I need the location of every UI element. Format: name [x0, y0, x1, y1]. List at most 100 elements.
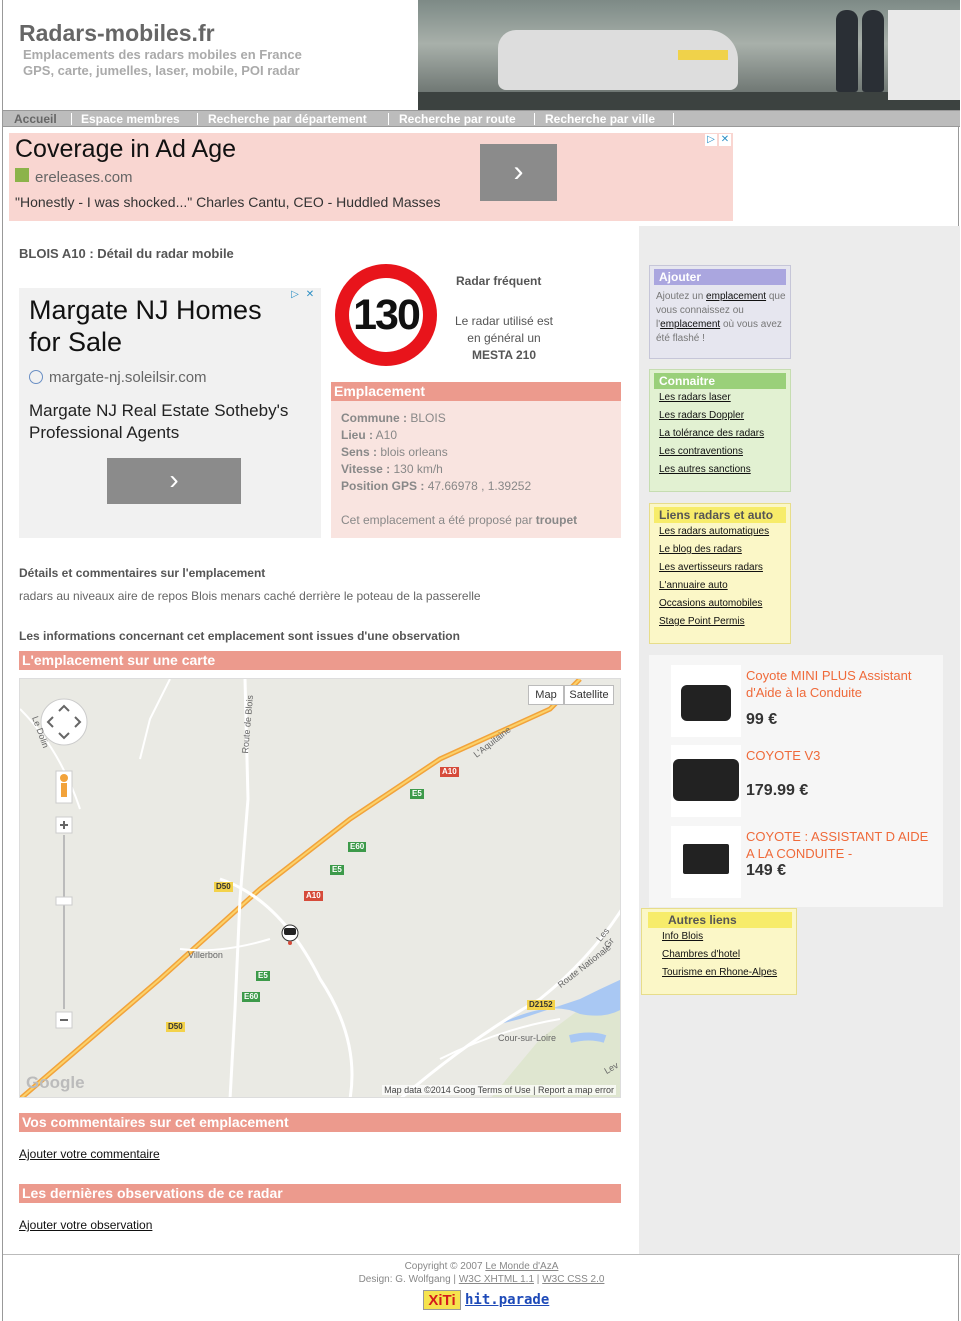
footer-css-link[interactable]: W3C CSS 2.0	[542, 1274, 604, 1285]
product-item[interactable]: COYOTE V3 179.99 €	[671, 745, 943, 817]
ajouter-emplacement-link[interactable]: emplacement	[706, 291, 766, 302]
sidebar-link-avertisseurs[interactable]: Les avertisseurs radars	[654, 559, 786, 577]
nav-accueil[interactable]: Accueil	[14, 112, 57, 126]
sidebar-link-contraventions[interactable]: Les contraventions	[654, 443, 786, 461]
sidebar-box-liens: Liens radars et auto Les radars automati…	[649, 503, 791, 644]
details-text: radars au niveaux aire de repos Blois me…	[19, 589, 481, 603]
sidebar-link-tolerance[interactable]: La tolérance des radars	[654, 425, 786, 443]
product-image[interactable]	[671, 745, 741, 817]
add-observation-link[interactable]: Ajouter votre observation	[19, 1218, 152, 1232]
sidebar-link-radars-laser[interactable]: Les radars laser	[654, 389, 786, 407]
ad-close-icon[interactable]: ✕	[719, 134, 731, 146]
ajouter-flashed-link[interactable]: emplacement	[660, 319, 720, 330]
officer-shape	[836, 10, 858, 92]
nav-separator	[673, 113, 674, 125]
map-badge-d50: D50	[214, 882, 233, 892]
nav-recherche-departement[interactable]: Recherche par département	[208, 112, 367, 126]
police-van-shape	[888, 10, 960, 100]
product-item[interactable]: COYOTE : ASSISTANT D AIDE A LA CONDUITE …	[671, 826, 943, 898]
main-nav: Accueil Espace membres Recherche par dép…	[3, 110, 960, 127]
autres-title: Autres liens	[648, 912, 792, 928]
map-footer[interactable]: Map data ©2014 Goog Terms of Use | Repor…	[382, 1085, 616, 1095]
ad-domain[interactable]: ereleases.com	[35, 169, 133, 186]
footer-divider	[3, 1254, 960, 1255]
product-price: 149 €	[746, 862, 787, 879]
map-label-villerbon: Villerbon	[188, 950, 223, 960]
hitparade-badge[interactable]: hit.parade	[465, 1290, 549, 1310]
add-comment-link[interactable]: Ajouter votre commentaire	[19, 1147, 160, 1161]
ajouter-text-1: Ajoutez un	[656, 291, 704, 302]
map[interactable]: Map Satellite Route de Blois L'Aquitaine…	[19, 678, 621, 1098]
radar-frequency-label: Radar fréquent	[456, 274, 542, 288]
ad-headline[interactable]: Coverage in Ad Age	[15, 135, 236, 164]
sidebar-link-radars-doppler[interactable]: Les radars Doppler	[654, 407, 786, 425]
nav-espace-membres[interactable]: Espace membres	[81, 112, 180, 126]
ad-go-button[interactable]: ›	[107, 458, 241, 504]
proposed-by: troupet	[535, 513, 578, 527]
vitesse-label: Vitesse :	[341, 462, 391, 476]
header: Radars-mobiles.fr Emplacements des radar…	[3, 0, 960, 110]
ad-description[interactable]: Margate NJ Real Estate Sotheby's Profess…	[29, 400, 314, 444]
product-name[interactable]: Coyote MINI PLUS Assistant d'Aide à la C…	[746, 667, 931, 701]
site-title[interactable]: Radars-mobiles.fr	[19, 20, 215, 47]
ad-domain[interactable]: margate-nj.soleilsir.com	[49, 369, 207, 386]
lieu-label: Lieu :	[341, 428, 373, 442]
speed-limit-value: 130	[349, 278, 423, 352]
adchoices-icon[interactable]: ▷	[289, 289, 301, 301]
emplacement-title: Emplacement	[331, 382, 621, 401]
ad-headline[interactable]: Margate NJ Homes for Sale	[29, 294, 299, 358]
radar-used-line2: en général un	[467, 331, 541, 345]
ad-close-icon[interactable]: ✕	[304, 289, 316, 301]
ad-quote[interactable]: "Honestly - I was shocked..." Charles Ca…	[15, 194, 440, 210]
page-title: BLOIS A10 : Détail du radar mobile	[19, 246, 234, 261]
sidebar-link-chambres[interactable]: Chambres d'hotel	[646, 946, 792, 964]
sidebar-link-annuaire[interactable]: L'annuaire auto	[654, 577, 786, 595]
product-name[interactable]: COYOTE : ASSISTANT D AIDE A LA CONDUITE …	[746, 828, 931, 862]
nav-recherche-ville[interactable]: Recherche par ville	[545, 112, 655, 126]
sidebar-link-radars-automatiques[interactable]: Les radars automatiques	[654, 523, 786, 541]
footer-design-line: Design: G. Wolfgang | W3C XHTML 1.1 | W3…	[3, 1273, 960, 1286]
sidebar-box-ajouter: Ajouter Ajoutez un emplacement que vous …	[649, 265, 791, 359]
sens-value: blois orleans	[380, 445, 448, 459]
sidebar-link-occasions[interactable]: Occasions automobiles	[654, 595, 786, 613]
nav-recherche-route[interactable]: Recherche par route	[399, 112, 516, 126]
emplacement-proposed: Cet emplacement a été proposé par troupe…	[341, 513, 577, 527]
google-logo[interactable]: Google	[26, 1073, 85, 1093]
map-type-satellite-button[interactable]: Satellite	[564, 685, 614, 705]
sidebar-link-tourisme[interactable]: Tourisme en Rhone-Alpes	[646, 964, 792, 982]
connaitre-title: Connaitre	[654, 373, 786, 389]
proposed-text: Cet emplacement a été proposé par	[341, 513, 533, 527]
emplacement-commune: Commune : BLOIS	[341, 411, 446, 425]
ad-box-left[interactable]: Margate NJ Homes for Sale margate-nj.sol…	[19, 288, 321, 538]
details-heading: Détails et commentaires sur l'emplacemen…	[19, 566, 266, 580]
emplacement-box: Emplacement Commune : BLOIS Lieu : A10 S…	[331, 382, 621, 538]
product-image[interactable]	[671, 665, 741, 737]
sidebar-link-stage[interactable]: Stage Point Permis	[654, 613, 786, 631]
sidebar-link-info-blois[interactable]: Info Blois	[646, 928, 792, 946]
nav-separator	[534, 113, 535, 125]
map-badge-e60: E60	[348, 842, 367, 852]
footer-author-link[interactable]: Le Monde d'AzA	[485, 1261, 558, 1272]
emplacement-gps: Position GPS : 47.66978 , 1.39252	[341, 479, 531, 493]
footer-separator: |	[536, 1274, 540, 1285]
xiti-badge[interactable]: XiTi	[423, 1290, 461, 1310]
map-type-map-button[interactable]: Map	[528, 685, 564, 705]
gps-value: 47.66978 , 1.39252	[427, 479, 532, 493]
emplacement-sens: Sens : blois orleans	[341, 445, 448, 459]
ad-banner-top[interactable]: Coverage in Ad Age ereleases.com "Honest…	[9, 133, 733, 221]
ajouter-title: Ajouter	[654, 269, 786, 285]
product-name[interactable]: COYOTE V3	[746, 747, 931, 764]
tagline-primary: Emplacements des radars mobiles en Franc…	[23, 47, 302, 62]
sidebar-link-blog[interactable]: Le blog des radars	[654, 541, 786, 559]
nav-separator	[388, 113, 389, 125]
page: Radars-mobiles.fr Emplacements des radar…	[2, 0, 960, 1321]
product-image[interactable]	[671, 826, 741, 898]
adchoices-icon[interactable]: ▷	[705, 134, 717, 146]
tagline-secondary: GPS, carte, jumelles, laser, mobile, POI…	[23, 63, 300, 78]
ad-go-button[interactable]: ›	[480, 144, 557, 201]
sidebar-link-sanctions[interactable]: Les autres sanctions	[654, 461, 786, 479]
footer-xhtml-link[interactable]: W3C XHTML 1.1	[459, 1274, 534, 1285]
commune-label: Commune :	[341, 411, 407, 425]
product-item[interactable]: Coyote MINI PLUS Assistant d'Aide à la C…	[671, 665, 943, 737]
radar-model-info: Le radar utilisé est en général un MESTA…	[443, 313, 565, 364]
